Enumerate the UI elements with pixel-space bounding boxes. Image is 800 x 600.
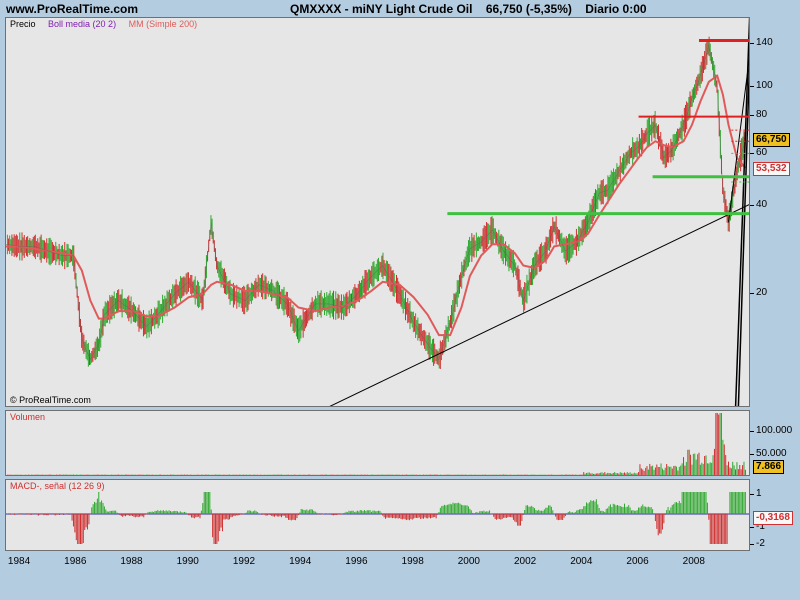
x-tick-label: 1992 [232,556,256,567]
last-volume-badge: 7.866 [753,460,785,474]
macd-scale: 1 -1 -2 -0,3168 [750,479,800,551]
legend-price: Precio [10,19,36,29]
x-tick-label: 2006 [626,556,649,567]
chart-title: QMXXXX - miNY Light Crude Oil 66,750 (-5… [290,2,647,16]
price-tick: 140 [750,37,773,48]
volume-chart[interactable] [6,411,750,476]
copyright-text: © ProRealTime.com [10,395,91,405]
macd-tick: 1 [750,488,762,499]
macd-chart[interactable] [6,480,750,551]
x-tick-label: 1988 [120,556,143,567]
macd-legend: MACD-, señal (12 26 9) [10,481,105,491]
volume-scale: 100.000 50.000 7.866 [749,410,800,476]
macd-bars [6,492,746,544]
volume-legend: Volumen [10,412,46,422]
last-price-badge: 66,750 [753,133,790,147]
price-chart[interactable] [6,18,750,407]
x-tick-label: 1990 [176,556,199,567]
price-tick: 100 [750,80,773,91]
volume-tick: 50.000 [750,448,787,459]
period-label[interactable]: Diario 0:00 [585,2,646,16]
last-price-change: 66,750 (-5,35%) [485,2,572,16]
legend-sma: MM (Simple 200) [128,19,198,29]
volume-tick: 100.000 [749,425,793,436]
price-tick: 60 [749,147,768,158]
x-tick-label: 1994 [289,556,312,567]
macd-panel[interactable]: MACD-, señal (12 26 9) [5,479,750,551]
x-tick-label: 1996 [345,556,368,567]
x-tick-label: 2002 [513,556,537,567]
volume-panel[interactable]: Volumen [5,410,750,476]
sma-value-badge: 53,532 [753,162,790,176]
price-bars [6,36,746,369]
x-tick-label: 2004 [570,556,593,567]
x-tick-label: 2000 [457,556,480,567]
x-axis: 1984 1986 1988 1990 1992 1994 1996 1998 2000 2002… [5,552,750,572]
x-tick-label: 1998 [401,556,424,567]
header-bar: www.ProRealTime.com QMXXXX - miNY Light … [0,0,800,18]
x-tick-label: 2008 [682,556,705,567]
price-legend: Precio Boll media (20 2) MM (Simple 200) [10,19,207,29]
price-tick: 80 [749,109,768,120]
price-panel[interactable]: Precio Boll media (20 2) MM (Simple 200)… [5,17,750,407]
long-trendline [329,204,749,406]
price-tick: 20 [749,287,768,298]
macd-tick: -2 [750,538,765,549]
volume-bars [6,413,746,475]
price-tick: 40 [749,199,768,210]
x-tick-label: 1984 [7,556,31,567]
legend-bollinger: Boll media (20 2) [48,19,117,29]
site-name[interactable]: www.ProRealTime.com [6,2,138,16]
x-tick-label: 1986 [64,556,87,567]
price-scale: 140 100 80 60 40 20 66,750 53,532 [749,17,800,407]
symbol-name: QMXXXX - miNY Light Crude Oil [290,2,473,16]
last-macd-badge: -0,3168 [753,511,793,525]
